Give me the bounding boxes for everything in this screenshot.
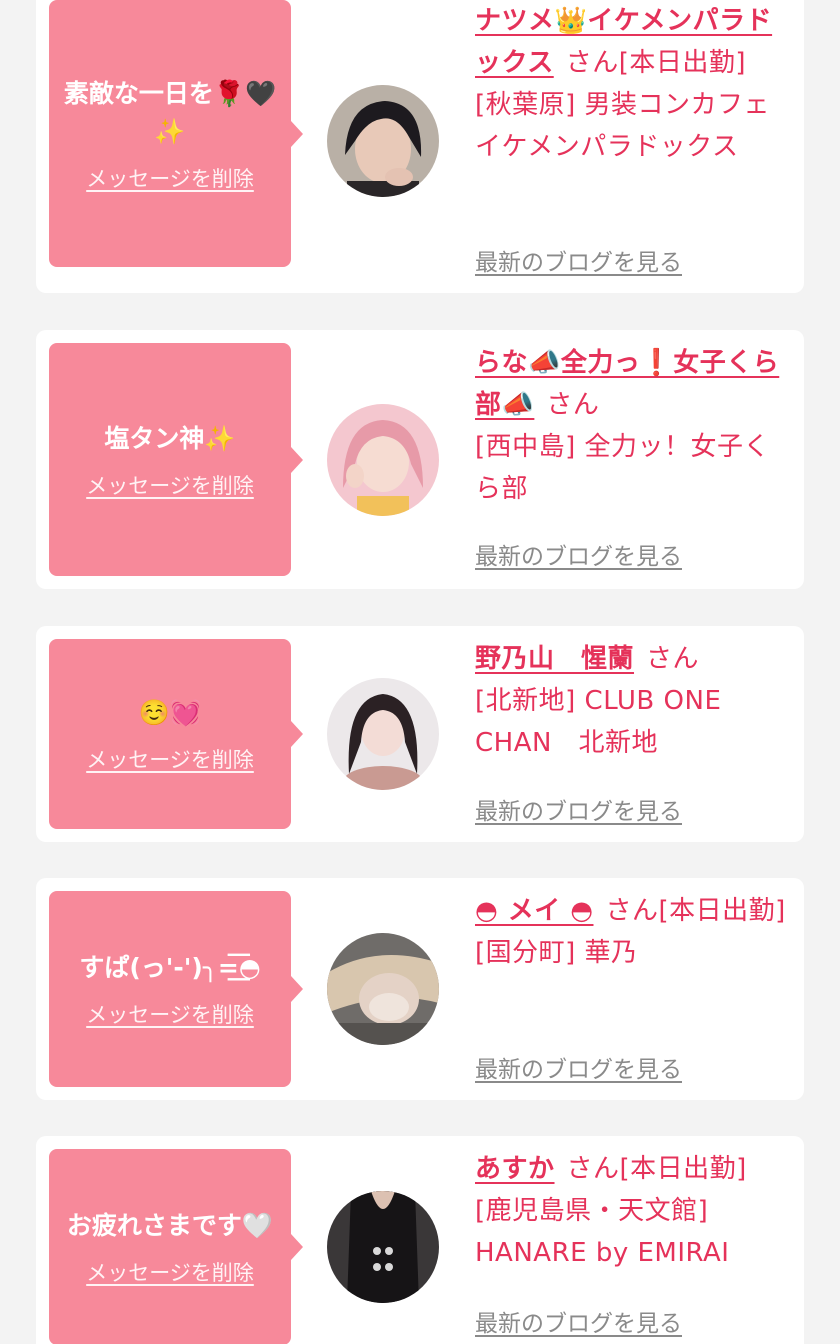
status-badge: [本日出勤] [658, 896, 786, 926]
shop-location: [国分町] 華乃 [475, 938, 638, 968]
message-bubble: お疲れさまです🤍 メッセージを削除 [49, 1149, 303, 1344]
message-card: 塩タン神✨ メッセージを削除 らな📣全力っ❗女子くら部📣 さん [西中島] 全力ッ… [36, 330, 804, 589]
honorific: さん [605, 896, 659, 926]
cast-name-link[interactable]: らな📣全力っ❗女子くら部📣 [475, 348, 779, 420]
honorific: さん [566, 1154, 620, 1184]
latest-blog-link[interactable]: 最新のブログを見る [475, 537, 682, 571]
avatar[interactable] [327, 678, 439, 790]
honorific: さん [565, 48, 619, 78]
message-bubble: ☺️💓 メッセージを削除 [49, 639, 303, 829]
cast-name-link[interactable]: あすか [475, 1154, 555, 1184]
latest-blog-link[interactable]: 最新のブログを見る [475, 792, 682, 826]
shop-location: [鹿児島県・天文館] HANARE by EMIRAI [475, 1196, 730, 1268]
honorific: さん [646, 644, 700, 674]
message-card: お疲れさまです🤍 メッセージを削除 あすか さん[本日出勤] [鹿児島県・天文館]… [36, 1136, 804, 1344]
message-text: ☺️💓 [138, 698, 202, 727]
shop-location: [秋葉原] 男装コンカフェイケメンパラドックス [475, 90, 771, 162]
delete-message-link[interactable]: メッセージを削除 [86, 1257, 254, 1287]
message-text: お疲れさまです🤍 [66, 1211, 274, 1240]
shop-location: [西中島] 全力ッ！女子くら部 [475, 432, 771, 504]
message-card: ☺️💓 メッセージを削除 野乃山 惺蘭 さん [北新地] CLUB ONE CHA… [36, 626, 804, 842]
avatar[interactable] [327, 85, 439, 197]
latest-blog-link[interactable]: 最新のブログを見る [475, 243, 682, 277]
delete-message-link[interactable]: メッセージを削除 [86, 163, 254, 193]
cast-info: らな📣全力っ❗女子くら部📣 さん [西中島] 全力ッ！女子くら部 [475, 342, 791, 510]
honorific: さん [546, 390, 600, 420]
cast-info: あすか さん[本日出勤] [鹿児島県・天文館] HANARE by EMIRAI [475, 1148, 791, 1274]
latest-blog-link[interactable]: 最新のブログを見る [475, 1050, 682, 1084]
message-card: 素敵な一日を🌹🖤✨ メッセージを削除 ナツメ👑イケメンパラドックス さん[本日出勤… [36, 0, 804, 293]
message-text: 素敵な一日を🌹🖤✨ [63, 78, 277, 146]
message-bubble: 素敵な一日を🌹🖤✨ メッセージを削除 [49, 0, 303, 267]
delete-message-link[interactable]: メッセージを削除 [86, 470, 254, 500]
status-badge: [本日出勤] [619, 1154, 747, 1184]
shop-location: [北新地] CLUB ONE CHAN 北新地 [475, 686, 722, 758]
cast-name-link[interactable]: ◓ メイ ◓ [475, 896, 593, 926]
cast-info: 野乃山 惺蘭 さん [北新地] CLUB ONE CHAN 北新地 [475, 638, 791, 764]
message-text: 塩タン神✨ [104, 423, 236, 453]
delete-message-link[interactable]: メッセージを削除 [86, 744, 254, 774]
avatar[interactable] [327, 1191, 439, 1303]
avatar[interactable] [327, 933, 439, 1045]
delete-message-link[interactable]: メッセージを削除 [86, 999, 254, 1029]
message-text: すぱ(っ'-')╮=͟͟͞͞◓ [79, 953, 261, 982]
message-bubble: 塩タン神✨ メッセージを削除 [49, 343, 303, 576]
message-card: すぱ(っ'-')╮=͟͟͞͞◓ メッセージを削除 ◓ メイ ◓ さん[本日出勤] … [36, 878, 804, 1100]
avatar[interactable] [327, 404, 439, 516]
cast-info: ナツメ👑イケメンパラドックス さん[本日出勤] [秋葉原] 男装コンカフェイケメン… [475, 0, 791, 168]
cast-info: ◓ メイ ◓ さん[本日出勤] [国分町] 華乃 [475, 890, 791, 974]
status-badge: [本日出勤] [618, 48, 747, 78]
latest-blog-link[interactable]: 最新のブログを見る [475, 1304, 682, 1338]
message-bubble: すぱ(っ'-')╮=͟͟͞͞◓ メッセージを削除 [49, 891, 303, 1087]
cast-name-link[interactable]: 野乃山 惺蘭 [475, 644, 634, 674]
